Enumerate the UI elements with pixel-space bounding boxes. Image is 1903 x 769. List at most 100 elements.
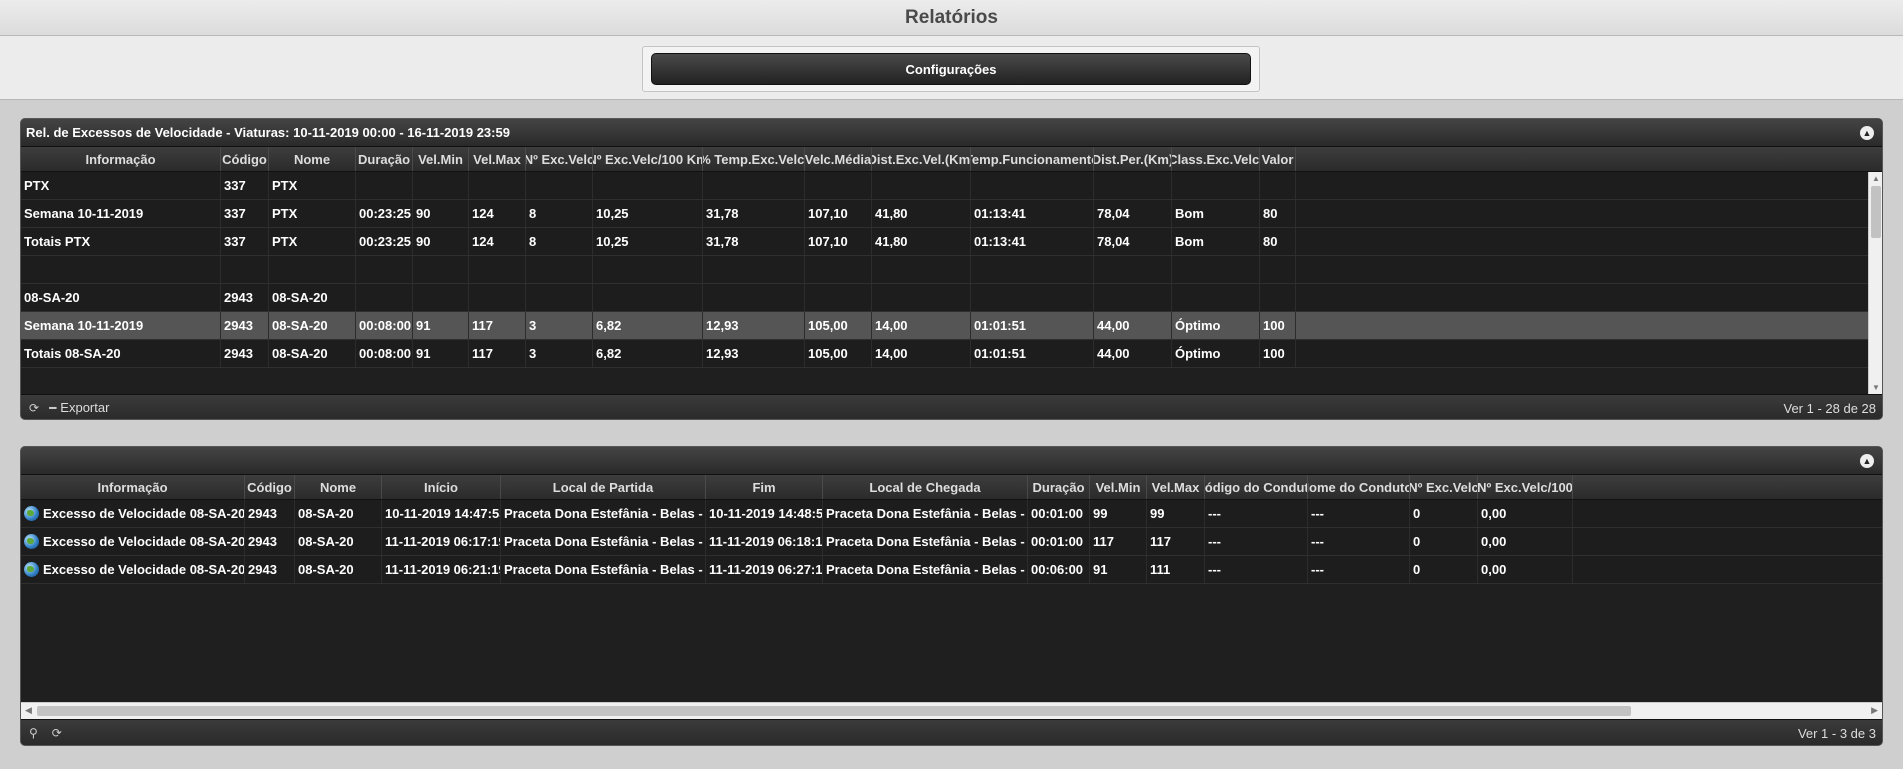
cell-valor (1260, 284, 1296, 311)
column-header-codigo[interactable]: Código (245, 475, 295, 499)
export-button[interactable]: Exportar (60, 400, 109, 415)
cell-text: 41,80 (875, 234, 908, 249)
cell-codigo: 2943 (221, 312, 269, 339)
table-row[interactable]: Excesso de Velocidade 08-SA-20 2943 08-SA-… (21, 528, 1882, 556)
cell-n-exc-velc-100: 0,00 (1478, 500, 1573, 527)
globe-icon (24, 562, 39, 577)
cell-temp-exc-velc: 12,93 (703, 312, 805, 339)
cell-valor (1260, 256, 1296, 283)
cell-class-exc-velc: Bom (1172, 200, 1260, 227)
cell-text: --- (1311, 562, 1324, 577)
cell-vel-min: 91 (413, 312, 469, 339)
cell-velc-media (805, 256, 872, 283)
column-header-n-exc-velc-100-km[interactable]: Nº Exc.Velc/100 Km (593, 147, 703, 171)
column-header-nome-do-condutor[interactable]: Nome do Condutor (1308, 475, 1410, 499)
column-header-class-exc-velc[interactable]: Class.Exc.Velc. (1172, 147, 1260, 171)
cell-text: 105,00 (808, 318, 848, 333)
cell-vel-min: 90 (413, 228, 469, 255)
scroll-thumb[interactable] (1871, 186, 1881, 238)
table-row[interactable]: PTX 337 PTX (21, 172, 1882, 200)
cell-nome-do-condutor: --- (1308, 556, 1410, 583)
cell-vel-min (413, 172, 469, 199)
cell-local-de-partida: Praceta Dona Estefânia - Belas - 2715 - … (501, 528, 706, 555)
cell-temp-funcionamento (971, 172, 1094, 199)
cell-dist-per-km (1094, 172, 1172, 199)
column-header-codigo[interactable]: Código (221, 147, 269, 171)
cell-text: PTX (272, 234, 298, 249)
column-header-dist-exc-vel-km[interactable]: Dist.Exc.Vel.(Km) (872, 147, 971, 171)
column-header-n-exc-velc[interactable]: Nº Exc.Velc (1410, 475, 1478, 499)
cell-text: 08-SA-20 (298, 534, 354, 549)
cell-duracao: 00:01:00 (1028, 500, 1090, 527)
vertical-scrollbar[interactable]: ▲ ▼ (1868, 172, 1882, 394)
column-header-local-de-partida[interactable]: Local de Partida (501, 475, 706, 499)
table-row[interactable]: Totais 08-SA-20 2943 08-SA-20 00:08:00 91 117… (21, 340, 1882, 368)
table-row[interactable]: Excesso de Velocidade 08-SA-20 2943 08-SA-… (21, 500, 1882, 528)
cell-temp-funcionamento: 01:13:41 (971, 200, 1094, 227)
cell-informacao: 08-SA-20 (21, 284, 221, 311)
cell-text: Semana 10-11-2019 (24, 206, 144, 221)
column-header-local-de-chegada[interactable]: Local de Chegada (823, 475, 1028, 499)
column-header-vel-min[interactable]: Vel.Min (413, 147, 469, 171)
table-row[interactable]: 08-SA-20 2943 08-SA-20 (21, 284, 1882, 312)
cell-text: 117 (472, 318, 493, 333)
cell-valor (1260, 172, 1296, 199)
config-frame: Configurações (642, 46, 1260, 92)
table-row[interactable]: Semana 10-11-2019 337 PTX 00:23:25 90 124 8 10,… (21, 200, 1882, 228)
cell-text: Praceta Dona Estefânia - Belas - 2715 - … (504, 562, 705, 577)
cell-text: 0,00 (1481, 562, 1507, 577)
cell-temp-funcionamento (971, 284, 1094, 311)
column-header-n-exc-velc-100[interactable]: Nº Exc.Velc/100 (1478, 475, 1573, 499)
table-row[interactable]: Semana 10-11-2019 2943 08-SA-20 00:08:00 91 1… (21, 312, 1882, 340)
cell-dist-per-km: 78,04 (1094, 200, 1172, 227)
cell-vel-max: 117 (469, 312, 526, 339)
cell-valor: 80 (1260, 228, 1296, 255)
cell-text: 01:13:41 (974, 206, 1027, 221)
table-row[interactable] (21, 256, 1882, 284)
column-header-informacao[interactable]: Informação (21, 475, 245, 499)
column-header-inicio[interactable]: Início (382, 475, 501, 499)
column-header-velc-media[interactable]: Velc.Média (805, 147, 872, 171)
column-header-valor[interactable]: Valor (1260, 147, 1296, 171)
column-header-vel-max[interactable]: Vel.Max (1147, 475, 1205, 499)
cell-vel-min: 90 (413, 200, 469, 227)
column-header-codigo-do-conduto[interactable]: Código do Conduto (1205, 475, 1308, 499)
column-header-n-exc-velc[interactable]: Nº Exc.Velc (526, 147, 593, 171)
collapse-icon[interactable]: ▲ (1860, 126, 1874, 140)
refresh-icon[interactable]: ⟳ (29, 401, 39, 415)
table-row[interactable]: Totais PTX 337 PTX 00:23:25 90 124 8 10,25 31,78… (21, 228, 1882, 256)
cell-text: Excesso de Velocidade 08-SA-20 (43, 506, 245, 521)
column-header-dist-per-km[interactable]: Dist.Per.(Km) (1094, 147, 1172, 171)
column-header-temp-exc-velc[interactable]: % Temp.Exc.Velc. (703, 147, 805, 171)
cell-vel-min: 91 (1090, 556, 1147, 583)
export-icon: ━ (49, 400, 57, 415)
cell-local-de-chegada: Praceta Dona Estefânia - Belas - 2715 - … (823, 528, 1028, 555)
config-bar: Configurações (0, 36, 1903, 100)
scroll-thumb[interactable] (37, 706, 1631, 716)
column-header-nome[interactable]: Nome (295, 475, 382, 499)
column-header-nome[interactable]: Nome (269, 147, 356, 171)
table-row[interactable]: Excesso de Velocidade 08-SA-20 2943 08-SA-… (21, 556, 1882, 584)
column-header-duracao[interactable]: Duração (1028, 475, 1090, 499)
column-header-temp-funcionamento[interactable]: Temp.Funcionamento (971, 147, 1094, 171)
cell-text: --- (1311, 534, 1324, 549)
cell-temp-funcionamento: 01:01:51 (971, 312, 1094, 339)
refresh-icon[interactable]: ⟳ (52, 726, 62, 740)
horizontal-scrollbar[interactable]: ◀ ▶ (21, 702, 1882, 719)
column-header-duracao[interactable]: Duração (356, 147, 413, 171)
cell-duracao: 00:06:00 (1028, 556, 1090, 583)
cell-nome: 08-SA-20 (269, 284, 356, 311)
cell-text: 11-11-2019 06:21:19 (385, 562, 501, 577)
column-header-vel-max[interactable]: Vel.Max (469, 147, 526, 171)
cell-text: 8 (529, 234, 537, 249)
column-header-informacao[interactable]: Informação (21, 147, 221, 171)
cell-text: 2943 (248, 562, 277, 577)
cell-valor: 80 (1260, 200, 1296, 227)
column-header-vel-min[interactable]: Vel.Min (1090, 475, 1147, 499)
config-button[interactable]: Configurações (651, 53, 1251, 85)
search-icon[interactable]: ⚲ (29, 726, 38, 740)
column-header-fim[interactable]: Fim (706, 475, 823, 499)
cell-text: 78,04 (1097, 206, 1130, 221)
collapse-icon[interactable]: ▲ (1860, 454, 1874, 468)
cell-class-exc-velc (1172, 172, 1260, 199)
